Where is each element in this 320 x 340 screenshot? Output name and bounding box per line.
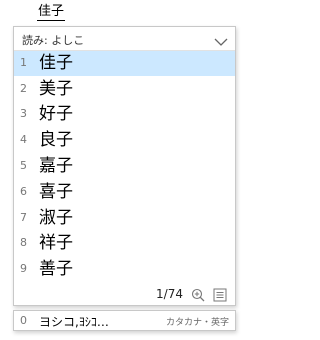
candidate-item[interactable]: 2 美子	[14, 77, 235, 102]
alternate-text: ヨシコ,ﾖｼｺ…	[39, 315, 109, 329]
candidate-text: 淑子	[39, 208, 73, 228]
candidate-number: 1	[20, 56, 27, 69]
chevron-down-icon[interactable]	[214, 32, 228, 46]
reading-label: 読み: よしこ	[22, 34, 85, 47]
candidate-number: 9	[20, 262, 27, 275]
page-indicator: 1/74	[156, 287, 183, 301]
candidate-text: 善子	[39, 259, 73, 279]
candidate-number: 5	[20, 159, 27, 172]
candidate-item[interactable]: 7 淑子	[14, 206, 235, 231]
candidate-number: 6	[20, 185, 27, 198]
candidate-item[interactable]: 3 好子	[14, 102, 235, 127]
candidate-number: 8	[20, 236, 27, 249]
ime-candidate-window: 読み: よしこ 1 佳子 2 美子 3 好子 4 良子 5 嘉子 6 喜子 7 …	[13, 26, 236, 306]
zoom-in-icon[interactable]	[191, 287, 205, 302]
candidate-item[interactable]: 9 善子	[14, 257, 235, 282]
candidate-text: 喜子	[39, 182, 73, 202]
candidate-number: 3	[20, 107, 27, 120]
candidate-text: 好子	[39, 104, 73, 124]
candidate-item[interactable]: 4 良子	[14, 128, 235, 153]
alternate-candidate-bar[interactable]: 0 ヨシコ,ﾖｼｺ… カタカナ・英字	[13, 310, 236, 331]
candidate-item[interactable]: 1 佳子	[14, 51, 235, 76]
candidate-text: 嘉子	[39, 156, 73, 176]
alternate-hint: カタカナ・英字	[165, 318, 229, 328]
candidate-text: 祥子	[39, 233, 73, 253]
table-view-icon[interactable]	[213, 287, 227, 302]
candidate-item[interactable]: 8 祥子	[14, 231, 235, 256]
composition-text: 佳子	[37, 4, 66, 21]
candidate-text: 佳子	[39, 53, 73, 73]
status-bar: 1/74	[14, 283, 235, 306]
candidate-number: 2	[20, 82, 27, 95]
alternate-number: 0	[20, 314, 27, 327]
candidate-item[interactable]: 6 喜子	[14, 180, 235, 205]
candidate-text: 良子	[39, 130, 73, 150]
candidate-list: 1 佳子 2 美子 3 好子 4 良子 5 嘉子 6 喜子 7 淑子 8 祥子	[14, 51, 235, 283]
reading-bar: 読み: よしこ	[14, 27, 235, 51]
candidate-number: 7	[20, 211, 27, 224]
candidate-text: 美子	[39, 79, 73, 99]
candidate-item[interactable]: 5 嘉子	[14, 154, 235, 179]
candidate-number: 4	[20, 133, 27, 146]
